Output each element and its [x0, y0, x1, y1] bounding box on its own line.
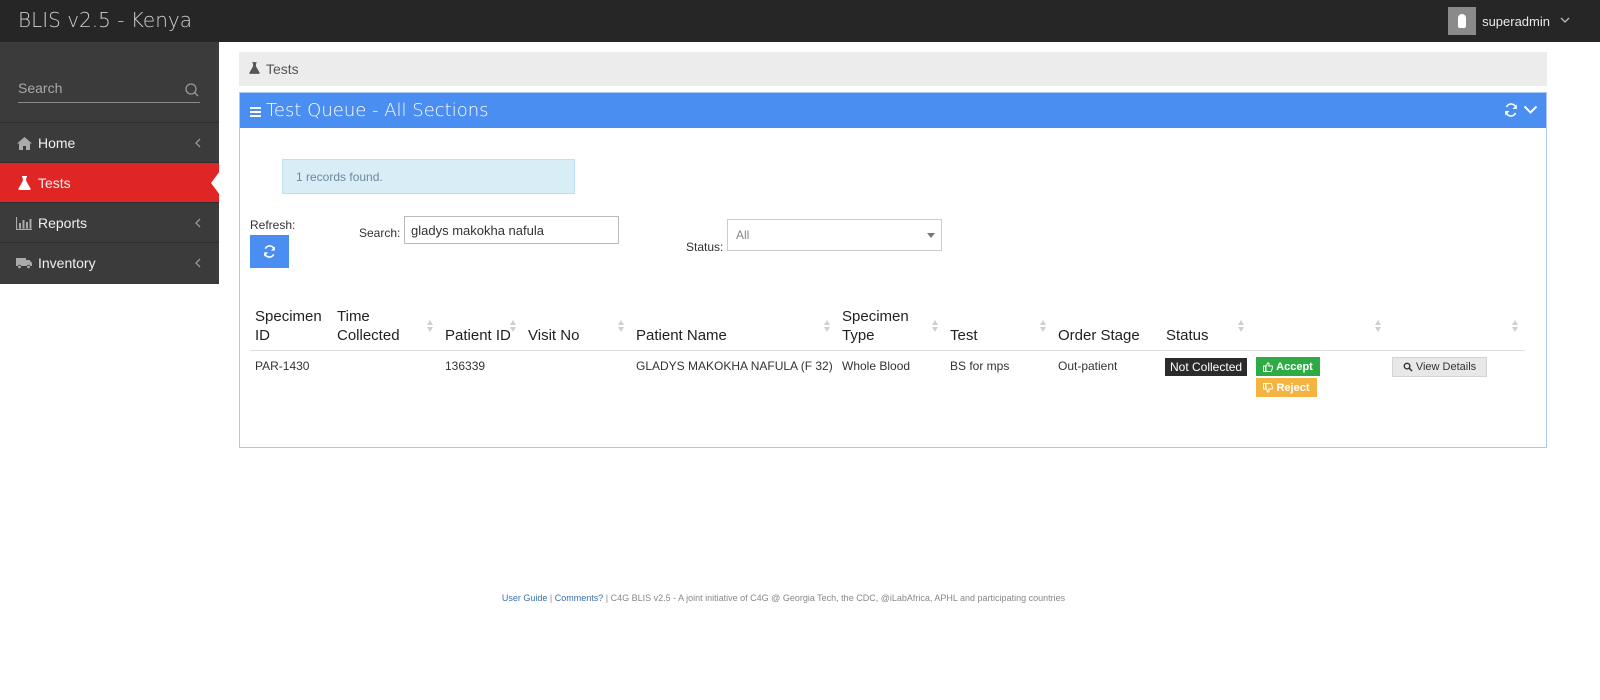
status-label: Status:: [686, 240, 724, 254]
user-menu[interactable]: superadmin: [1448, 7, 1570, 35]
search-label: Search:: [359, 226, 401, 240]
view-details-label: View Details: [1415, 361, 1477, 373]
menu-icon: [250, 107, 261, 119]
reject-button[interactable]: Reject: [1256, 378, 1317, 397]
footer-text: | C4G BLIS v2.5 - A joint initiative of …: [603, 593, 1066, 603]
footer: User Guide | Comments? | C4G BLIS v2.5 -…: [0, 593, 1567, 603]
search-input[interactable]: [404, 216, 619, 244]
flask-icon: [16, 175, 32, 191]
chevron-left-icon: [194, 135, 201, 151]
bar-chart-icon: [16, 215, 32, 231]
panel-title: Test Queue - All Sections: [266, 100, 489, 121]
cell-order-stage: Out-patient: [1058, 359, 1118, 373]
table-divider: [250, 350, 1525, 351]
column-header-test[interactable]: Test: [950, 326, 978, 345]
sort-icon[interactable]: [1040, 320, 1047, 334]
sidebar-item-inventory[interactable]: Inventory: [0, 242, 219, 283]
chevron-down-icon[interactable]: [1560, 15, 1570, 27]
column-header-status[interactable]: Status: [1166, 326, 1209, 345]
refresh-icon[interactable]: [1504, 103, 1518, 122]
cell-patient-name: GLADYS MAKOKHA NAFULA (F 32): [636, 359, 833, 373]
search-icon[interactable]: [184, 82, 200, 98]
flask-icon: [249, 61, 260, 77]
cell-specimen-type: Whole Blood: [842, 359, 911, 373]
status-select[interactable]: All: [727, 219, 942, 251]
column-header-specimen-id[interactable]: Specimen ID: [255, 307, 322, 345]
sidebar-item-reports[interactable]: Reports: [0, 202, 219, 243]
column-header-patient-id[interactable]: Patient ID: [445, 326, 511, 345]
home-icon: [16, 135, 32, 151]
column-header-time-collected[interactable]: Time Collected: [337, 307, 400, 345]
top-navbar: BLIS v2.5 - Kenya superadmin: [0, 0, 1600, 42]
truck-icon: [16, 255, 32, 271]
sidebar-item-label: Reports: [38, 215, 88, 231]
status-select-value: All: [736, 228, 750, 242]
sort-icon[interactable]: [510, 320, 517, 334]
search-input[interactable]: [18, 80, 178, 96]
comments-link[interactable]: Comments?: [555, 593, 604, 603]
cell-specimen-id: PAR-1430: [255, 359, 310, 373]
sidebar-item-label: Inventory: [38, 255, 96, 271]
refresh-button[interactable]: [250, 235, 289, 268]
thumbs-up-icon: [1263, 361, 1274, 372]
test-queue-panel: Test Queue - All Sections 1 records foun…: [239, 92, 1547, 448]
sidebar-search: [18, 80, 200, 103]
avatar: [1448, 7, 1477, 35]
view-details-button[interactable]: View Details: [1392, 357, 1487, 377]
panel-header: Test Queue - All Sections: [240, 93, 1546, 128]
chevron-left-icon: [194, 255, 201, 271]
sort-icon[interactable]: [618, 320, 625, 334]
status-badge: Not Collected: [1165, 358, 1248, 376]
sort-icon[interactable]: [1238, 320, 1245, 334]
column-header-visit-no[interactable]: Visit No: [528, 326, 579, 345]
sort-icon[interactable]: [1512, 320, 1519, 334]
user-guide-link[interactable]: User Guide: [502, 593, 548, 603]
app-title[interactable]: BLIS v2.5 - Kenya: [18, 8, 192, 32]
collapse-chevron-icon[interactable]: [1523, 102, 1538, 122]
search-icon: [1403, 362, 1413, 372]
reject-label: Reject: [1276, 381, 1310, 394]
breadcrumb-current: Tests: [266, 61, 299, 77]
sidebar-item-home[interactable]: Home: [0, 122, 219, 163]
sort-icon[interactable]: [824, 320, 831, 334]
cell-patient-id: 136339: [445, 359, 486, 373]
records-found-alert: 1 records found.: [282, 159, 575, 194]
sidebar-item-label: Tests: [38, 175, 71, 191]
accept-label: Accept: [1276, 360, 1313, 373]
column-header-order-stage[interactable]: Order Stage: [1058, 326, 1140, 345]
sort-icon[interactable]: [1375, 320, 1382, 334]
chevron-left-icon: [194, 215, 201, 231]
refresh-label: Refresh:: [250, 218, 296, 232]
accept-button[interactable]: Accept: [1256, 357, 1320, 376]
sidebar-item-label: Home: [38, 135, 76, 151]
refresh-icon: [264, 245, 275, 258]
sidebar-item-tests[interactable]: Tests: [0, 162, 220, 203]
column-header-patient-name[interactable]: Patient Name: [636, 326, 727, 345]
sidebar: Home Tests Reports Inventory: [0, 42, 220, 284]
caret-down-icon: [927, 233, 935, 238]
sort-icon[interactable]: [932, 320, 939, 334]
footer-separator: |: [547, 593, 555, 603]
breadcrumb: Tests: [239, 52, 1547, 86]
column-header-specimen-type[interactable]: Specimen Type: [842, 307, 909, 345]
username[interactable]: superadmin: [1482, 14, 1550, 29]
sort-icon[interactable]: [427, 320, 434, 334]
cell-test: BS for mps: [950, 359, 1010, 373]
thumbs-down-icon: [1263, 382, 1274, 393]
